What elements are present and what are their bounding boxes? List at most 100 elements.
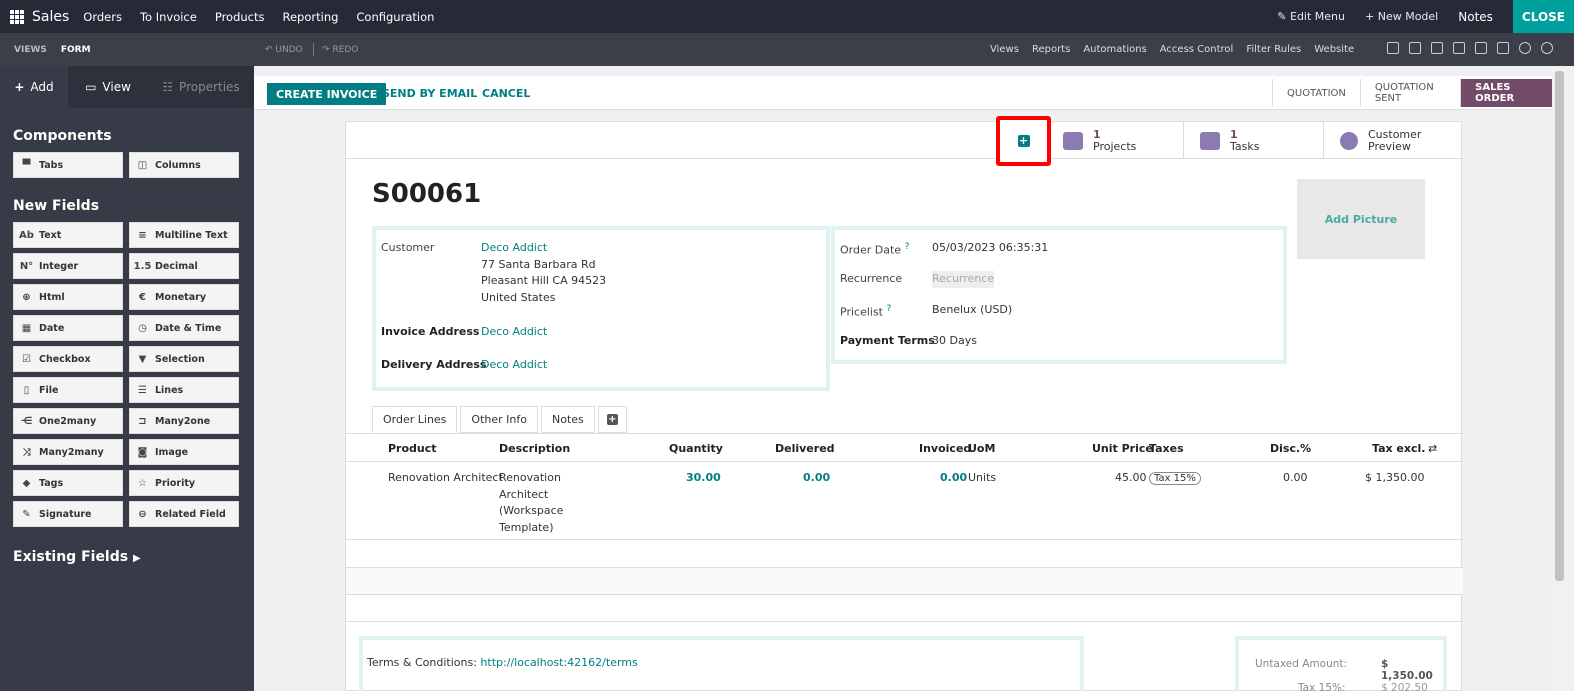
field-priority[interactable]: ☆ Priority (129, 470, 239, 496)
field-signature[interactable]: ✎ Signature (13, 501, 123, 527)
subbar-link-reports[interactable]: Reports (1032, 44, 1070, 55)
field-text[interactable]: Ab Text (13, 222, 123, 248)
subbar-link-website[interactable]: Website (1314, 44, 1354, 55)
payment-terms-field[interactable]: 30 Days (932, 333, 977, 350)
optional-columns-icon[interactable]: ⇄ (1428, 442, 1437, 455)
sidebar-tab-add[interactable]: + Add (0, 66, 68, 108)
field-date-time[interactable]: ◷ Date & Time (129, 315, 239, 341)
tasks-smart-button[interactable]: 1 Tasks (1183, 122, 1323, 159)
col-tax-excl[interactable]: Tax excl. (1372, 442, 1425, 455)
delivery-address-field[interactable]: Deco Addict (481, 357, 547, 374)
pricelist-field[interactable]: Benelux (USD) (932, 302, 1012, 319)
field-multiline-text[interactable]: ≡ Multiline Text (129, 222, 239, 248)
status-quotation-sent[interactable]: QUOTATION SENT (1359, 79, 1460, 107)
projects-smart-button[interactable]: 1 Projects (1047, 122, 1183, 159)
redo-button[interactable]: ↷ REDO (322, 45, 358, 55)
field-lines[interactable]: ☰ Lines (129, 377, 239, 403)
line-delivered[interactable]: 0.00 (803, 470, 830, 487)
field-tabs[interactable]: ▀ Tabs (13, 152, 123, 178)
add-smart-button[interactable]: + (996, 116, 1051, 166)
add-tab-button[interactable]: + (597, 406, 627, 433)
customer-preview-smart-button[interactable]: Customer Preview (1323, 122, 1463, 159)
field-html[interactable]: ⊕ Html (13, 284, 123, 310)
menu-reporting[interactable]: Reporting (283, 10, 339, 24)
new-model-button[interactable]: + New Model (1365, 10, 1438, 23)
form-view-icon[interactable] (1387, 42, 1399, 54)
line-discount[interactable]: 0.00 (1283, 470, 1308, 487)
add-picture-placeholder[interactable]: Add Picture (1297, 179, 1425, 259)
list-view-icon[interactable] (1409, 42, 1421, 54)
field-integer[interactable]: N° Integer (13, 253, 123, 279)
tab-notes[interactable]: Notes (540, 406, 595, 433)
col-delivered[interactable]: Delivered (775, 442, 835, 455)
line-invoiced[interactable]: 0.00 (940, 470, 967, 487)
graph-view-icon[interactable] (1475, 42, 1487, 54)
menu-to-invoice[interactable]: To Invoice (140, 10, 197, 24)
menu-products[interactable]: Products (215, 10, 265, 24)
col-invoiced[interactable]: Invoiced (919, 442, 971, 455)
col-description[interactable]: Description (499, 442, 570, 455)
field-monetary[interactable]: € Monetary (129, 284, 239, 310)
subbar-link-views[interactable]: Views (990, 44, 1019, 55)
pivot-view-icon[interactable] (1497, 42, 1509, 54)
subbar-link-filter-rules[interactable]: Filter Rules (1246, 44, 1301, 55)
line-product[interactable]: Renovation Architect (388, 470, 503, 487)
menu-orders[interactable]: Orders (83, 10, 122, 24)
field-file[interactable]: ▯ File (13, 377, 123, 403)
sidebar-tab-view[interactable]: ▭ View (68, 66, 148, 108)
field-selection[interactable]: ▼ Selection (129, 346, 239, 372)
calendar-view-icon[interactable] (1453, 42, 1465, 54)
status-sales-order[interactable]: SALES ORDER (1460, 79, 1552, 107)
field-checkbox[interactable]: ☑ Checkbox (13, 346, 123, 372)
kanban-view-icon[interactable] (1431, 42, 1443, 54)
edit-menu-button[interactable]: ✎ Edit Menu (1277, 10, 1345, 23)
tab-order-lines[interactable]: Order Lines (372, 406, 458, 433)
field-date[interactable]: ▦ Date (13, 315, 123, 341)
app-name[interactable]: Sales (32, 9, 69, 25)
sidebar-tab-properties[interactable]: ☷ Properties (148, 66, 254, 108)
col-quantity[interactable]: Quantity (669, 442, 723, 455)
field-image[interactable]: ◙ Image (129, 439, 239, 465)
terms-conditions-field[interactable]: Terms & Conditions: http://localhost:421… (359, 636, 1084, 691)
tab-other-info[interactable]: Other Info (460, 406, 538, 433)
search-view-icon[interactable] (1541, 42, 1553, 54)
invoice-address-field[interactable]: Deco Addict (481, 324, 547, 341)
field-many2many[interactable]: ⤨ Many2many (13, 439, 123, 465)
field-many2one[interactable]: ⊐ Many2one (129, 408, 239, 434)
field-tags[interactable]: ◆ Tags (13, 470, 123, 496)
col-taxes[interactable]: Taxes (1149, 442, 1184, 455)
undo-button[interactable]: ↶ UNDO (265, 45, 303, 55)
col-discount[interactable]: Disc.% (1270, 442, 1311, 455)
field-columns[interactable]: ◫ Columns (129, 152, 239, 178)
col-uom[interactable]: UoM (968, 442, 995, 455)
notes-button[interactable]: Notes (1458, 10, 1493, 24)
customer-field[interactable]: Deco Addict 77 Santa Barbara Rd Pleasant… (481, 240, 606, 306)
order-date-field[interactable]: 05/03/2023 06:35:31 (932, 240, 1048, 257)
record-title[interactable]: S00061 (372, 179, 481, 209)
line-taxes[interactable]: Tax 15% (1149, 470, 1201, 488)
scrollbar[interactable] (1552, 66, 1574, 691)
field-decimal[interactable]: 1.5 Decimal (129, 253, 239, 279)
col-product[interactable]: Product (388, 442, 437, 455)
existing-fields-toggle[interactable]: Existing Fields ▶ (13, 549, 254, 565)
status-quotation[interactable]: QUOTATION (1272, 79, 1360, 107)
scrollbar-thumb[interactable] (1555, 71, 1564, 581)
menu-configuration[interactable]: Configuration (356, 10, 434, 24)
table-row[interactable]: Renovation Architect Renovation Architec… (346, 462, 1463, 540)
activity-view-icon[interactable] (1519, 42, 1531, 54)
apps-menu-icon[interactable] (10, 9, 24, 24)
field-one2many[interactable]: ⋲ One2many (13, 408, 123, 434)
field-related-field[interactable]: ⊖ Related Field (129, 501, 239, 527)
breadcrumb-views[interactable]: VIEWS (14, 45, 47, 55)
col-unit-price[interactable]: Unit Price (1092, 442, 1153, 455)
close-studio-button[interactable]: CLOSE (1512, 0, 1574, 33)
send-by-email-button[interactable]: SEND BY EMAIL (382, 87, 477, 100)
line-uom[interactable]: Units (968, 470, 996, 487)
terms-link[interactable]: http://localhost:42162/terms (480, 656, 637, 669)
line-description[interactable]: Renovation Architect (Workspace Template… (499, 470, 563, 536)
line-unit-price[interactable]: 45.00 (1115, 470, 1147, 487)
subbar-link-access-control[interactable]: Access Control (1160, 44, 1234, 55)
subbar-link-automations[interactable]: Automations (1083, 44, 1146, 55)
cancel-button[interactable]: CANCEL (482, 87, 530, 100)
line-quantity[interactable]: 30.00 (686, 470, 721, 487)
